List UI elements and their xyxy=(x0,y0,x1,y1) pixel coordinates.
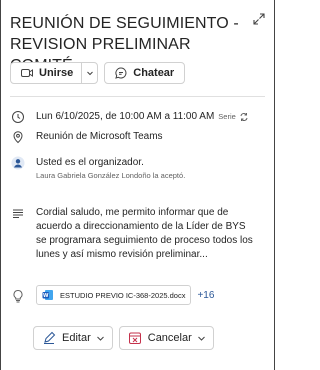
event-location: Reunión de Microsoft Teams xyxy=(36,131,163,142)
location-icon xyxy=(10,130,26,144)
location-row: Reunión de Microsoft Teams xyxy=(10,130,268,144)
datetime-row: Lun 6/10/2025, de 10:00 AM a 11:00 AM Se… xyxy=(10,110,268,124)
join-options-button[interactable] xyxy=(81,63,97,83)
chevron-down-icon xyxy=(96,334,105,343)
acceptance-text: Laura Gabriela González Londoño la acept… xyxy=(36,171,186,180)
svg-text:W: W xyxy=(43,293,49,299)
word-doc-icon: W xyxy=(42,289,54,301)
recurrence-icon xyxy=(239,110,249,124)
footer-actions: Editar Cancelar xyxy=(33,326,214,350)
pencil-icon xyxy=(42,331,56,345)
cancel-label: Cancelar xyxy=(147,332,192,344)
event-datetime: Lun 6/10/2025, de 10:00 AM a 11:00 AM xyxy=(36,111,215,122)
join-label: Unirse xyxy=(39,67,74,79)
edit-button[interactable]: Editar xyxy=(33,326,113,350)
expand-icon[interactable] xyxy=(252,12,266,26)
attachment-name: ESTUDIO PREVIO IC-368-2025.docx xyxy=(60,290,186,300)
chat-label: Chatear xyxy=(133,67,175,79)
event-detail-panel: REUNIÓN DE SEGUIMIENTO - REVISION PRELIM… xyxy=(0,0,275,370)
attachment-chip[interactable]: W ESTUDIO PREVIO IC-368-2025.docx xyxy=(36,285,192,305)
organizer-avatar-icon xyxy=(10,156,26,181)
chevron-down-icon xyxy=(197,334,206,343)
organizer-text: Usted es el organizador. xyxy=(36,157,144,168)
event-description: Cordial saludo, me permito informar que … xyxy=(36,207,253,260)
cancel-button[interactable]: Cancelar xyxy=(118,326,214,350)
chat-icon xyxy=(114,66,128,80)
attachments-row: W ESTUDIO PREVIO IC-368-2025.docx +16 xyxy=(10,285,268,307)
organizer-row: Usted es el organizador. Laura Gabriela … xyxy=(10,156,268,181)
edit-label: Editar xyxy=(62,332,91,344)
divider xyxy=(10,96,265,97)
lightbulb-icon xyxy=(10,285,26,307)
cancel-calendar-icon xyxy=(128,331,142,345)
join-button[interactable]: Unirse xyxy=(10,62,99,84)
meeting-actions: Unirse Chatear xyxy=(10,62,186,84)
more-attachments-link[interactable]: +16 xyxy=(197,285,214,307)
description-row: Cordial saludo, me permito informar que … xyxy=(10,206,268,262)
notes-icon xyxy=(10,206,26,262)
chat-button[interactable]: Chatear xyxy=(104,62,186,84)
video-icon xyxy=(20,66,34,80)
clock-icon xyxy=(10,110,26,124)
series-label: Serie xyxy=(218,112,236,121)
chevron-down-icon xyxy=(86,71,93,76)
